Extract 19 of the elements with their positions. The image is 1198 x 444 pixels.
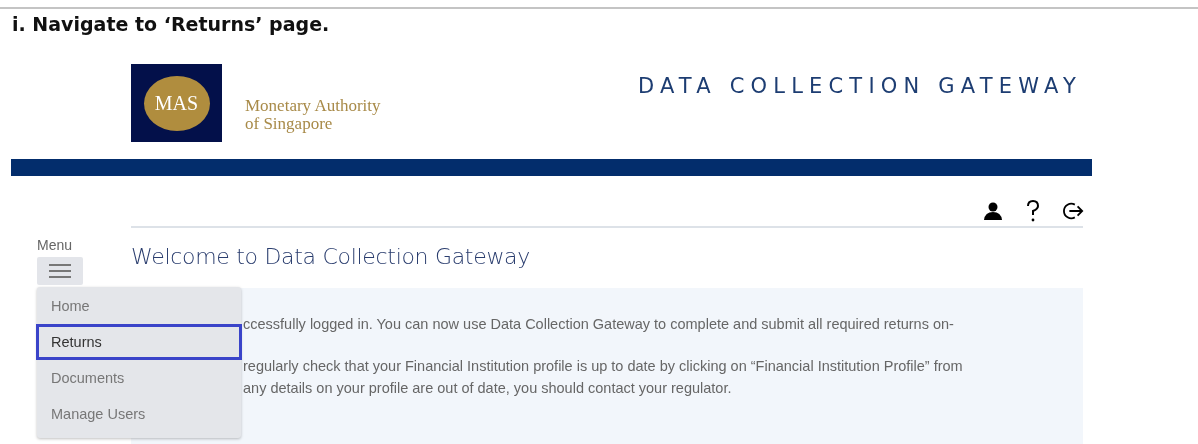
menu-button[interactable] xyxy=(37,257,83,285)
logout-icon xyxy=(1062,200,1084,222)
organisation-name: Monetary Authority of Singapore xyxy=(245,97,381,133)
menu-icon xyxy=(49,263,71,279)
welcome-text: ccessfully logged in. You can now use Data Collection Gateway to complete and submit all required returns on- xyxy=(243,315,955,334)
menu-item[interactable]: Documents xyxy=(36,360,242,396)
menu-item[interactable]: Manage Users xyxy=(36,396,242,432)
user-icon xyxy=(983,201,1003,221)
help-icon xyxy=(1026,200,1040,222)
instruction-text: i. Navigate to ‘Returns’ page. xyxy=(11,12,331,37)
menu-label: Menu xyxy=(37,237,74,253)
logo-emblem: MAS xyxy=(143,75,210,131)
app-title: DATA COLLECTION GATEWAY xyxy=(637,74,1082,100)
menu-item[interactable]: Home xyxy=(36,288,242,324)
logout-button[interactable] xyxy=(1062,200,1084,222)
welcome-text: regularly check that your Financial Institution profile is up to date by clicking on “Financial Institution Profile” from any details on your profile are out of date, you should contact your regulator. xyxy=(243,357,964,398)
page-title: Welcome to Data Collection Gateway xyxy=(131,243,532,271)
user-button[interactable] xyxy=(982,200,1004,222)
menu-item[interactable]: Returns xyxy=(36,324,242,360)
